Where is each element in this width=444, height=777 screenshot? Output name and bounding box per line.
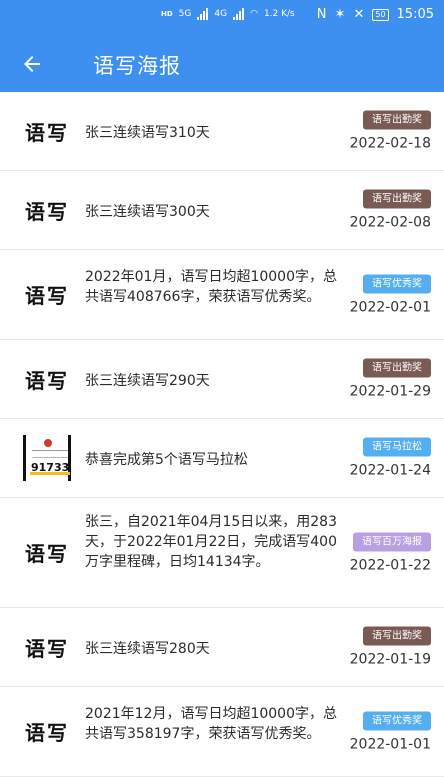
page-title: 语写海报 (93, 54, 181, 78)
arrow-left-icon (24, 56, 40, 72)
item-date: 2022-01-29 (349, 383, 431, 400)
poster-number: 91733 (31, 461, 70, 474)
bluetooth-icon: ✶ (334, 7, 346, 22)
item-meta: 语写出勤奖 2022-02-18 (349, 110, 431, 152)
logo-text: 语写 (25, 721, 69, 745)
poster-thumbnail: 91733 (22, 435, 72, 481)
app-bar: 语写海报 (0, 36, 444, 92)
logo-thumbnail: 语写 (22, 116, 72, 146)
battery-icon: 50 (372, 8, 389, 21)
item-description: 张三连续语写280天 (85, 641, 210, 657)
item-meta: 语写优秀奖 2022-01-01 (350, 711, 431, 752)
award-badge: 语写出勤奖 (363, 358, 431, 378)
list-item[interactable]: 语写 张三连续语写280天 语写出勤奖 2022-01-19 (0, 608, 444, 687)
logo-text: 语写 (25, 542, 69, 566)
logo-thumbnail: 语写 (22, 538, 72, 568)
item-meta: 语写百万海报 2022-01-22 (350, 532, 431, 573)
award-badge: 语写出勤奖 (363, 189, 431, 209)
marathon-poster-image: 91733 (23, 435, 71, 481)
status-left: HD 5G 4G ◠ 1.2 K/s (161, 8, 295, 20)
item-description: 张三，自2021年04月15日以来，用283天，于2022年01月22日，完成语… (85, 514, 337, 570)
back-button[interactable] (20, 48, 56, 80)
status-right: N ✶ ✕ 50 15:05 (317, 7, 434, 22)
logo-text: 语写 (25, 284, 69, 308)
list-item[interactable]: 语写 张三，自2021年04月15日以来，用283天，于2022年01月22日，完… (0, 498, 444, 608)
item-date: 2022-01-01 (349, 736, 431, 752)
logo-text: 语写 (25, 120, 69, 145)
item-meta: 语写出勤奖 2022-01-29 (349, 358, 431, 400)
logo-text: 语写 (25, 368, 69, 393)
list-item[interactable]: 语写 张三连续语写310天 语写出勤奖 2022-02-18 (0, 92, 444, 171)
award-badge: 语写优秀奖 (363, 711, 431, 730)
wifi-icon: ◠ (250, 9, 258, 19)
hd-indicator: HD (161, 10, 173, 18)
mute-icon: ✕ (353, 7, 365, 22)
award-badge: 语写出勤奖 (363, 626, 431, 646)
network-5g-label: 5G (178, 9, 192, 19)
speed-label: 1.2 K/s (263, 9, 295, 19)
item-date: 2022-02-08 (349, 214, 431, 231)
logo-thumbnail: 语写 (22, 364, 72, 394)
logo-thumbnail: 语写 (22, 195, 72, 225)
status-bar: HD 5G 4G ◠ 1.2 K/s N ✶ ✕ 50 15:05 (0, 0, 444, 36)
item-meta: 语写出勤奖 2022-02-08 (349, 189, 431, 231)
list-item[interactable]: 语写 2021年12月，语写日均超10000字，总共语写358197字，荣获语写优… (0, 687, 444, 777)
logo-thumbnail: 语写 (22, 717, 72, 747)
item-date: 2022-01-19 (349, 651, 431, 668)
list-item[interactable]: 语写 张三连续语写300天 语写出勤奖 2022-02-08 (0, 171, 444, 250)
item-meta: 语写出勤奖 2022-01-19 (349, 626, 431, 668)
list-item[interactable]: 语写 张三连续语写290天 语写出勤奖 2022-01-29 (0, 340, 444, 419)
signal-icon-2 (233, 8, 245, 20)
logo-text: 语写 (25, 636, 69, 661)
award-badge: 语写优秀奖 (363, 274, 431, 293)
logo-text: 语写 (25, 199, 69, 224)
item-description: 恭喜完成第5个语写马拉松 (85, 452, 248, 468)
logo-thumbnail: 语写 (22, 280, 72, 310)
clock: 15:05 (396, 7, 434, 22)
list-item[interactable]: 91733 恭喜完成第5个语写马拉松 语写马拉松 2022-01-24 (0, 419, 444, 498)
item-date: 2022-01-22 (349, 557, 431, 573)
item-description: 张三连续语写300天 (85, 204, 210, 220)
logo-thumbnail: 语写 (22, 632, 72, 662)
list-item[interactable]: 语写 2022年01月，语写日均超10000字，总共语写408766字，荣获语写优… (0, 250, 444, 340)
network-4g-label: 4G (214, 9, 228, 19)
item-meta: 语写优秀奖 2022-02-01 (350, 274, 431, 315)
item-description: 张三连续语写290天 (85, 373, 210, 389)
nfc-icon: N (316, 7, 327, 22)
item-date: 2022-02-18 (349, 135, 431, 152)
item-description: 张三连续语写310天 (85, 125, 210, 141)
item-date: 2022-02-01 (349, 299, 431, 315)
poster-list: 语写 张三连续语写310天 语写出勤奖 2022-02-18 语写 张三连续语写300天语… (0, 92, 444, 777)
award-badge: 语写百万海报 (353, 532, 431, 551)
item-description: 2022年01月，语写日均超10000字，总共语写408766字，荣获语写优秀奖… (85, 269, 337, 305)
signal-icon (197, 8, 209, 20)
item-meta: 语写马拉松 2022-01-24 (349, 437, 431, 479)
award-badge: 语写马拉松 (363, 437, 431, 457)
item-description: 2021年12月，语写日均超10000字，总共语写358197字，荣获语写优秀奖… (85, 706, 337, 742)
award-badge: 语写出勤奖 (363, 110, 431, 130)
item-date: 2022-01-24 (349, 462, 431, 479)
